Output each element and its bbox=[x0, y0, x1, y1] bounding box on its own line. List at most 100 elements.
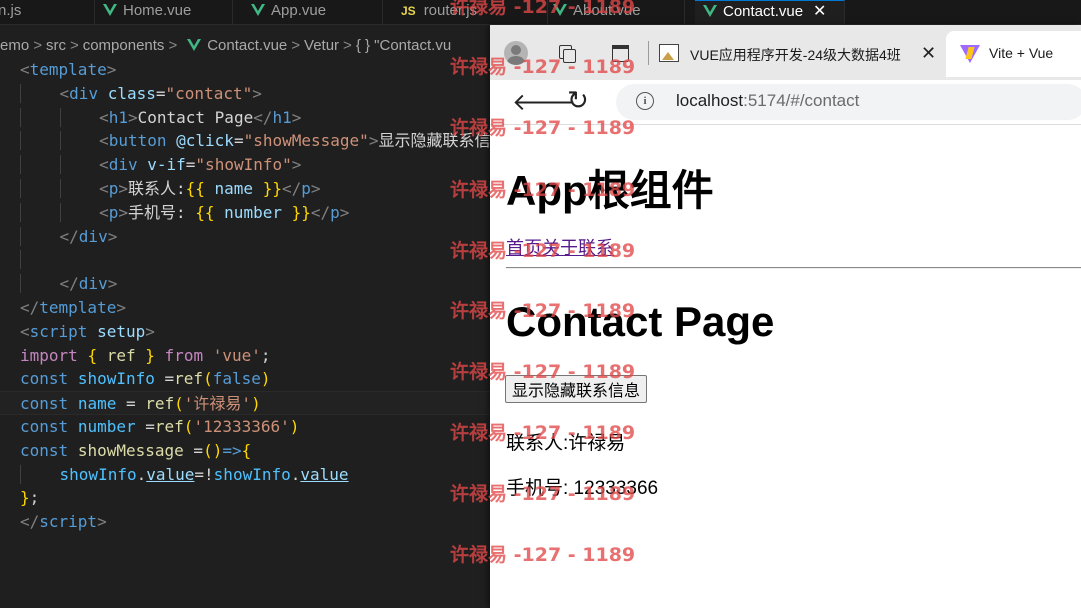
code-line: const showMessage =()=>{ bbox=[20, 440, 252, 460]
tab-label: Home.vue bbox=[123, 2, 192, 19]
watermark: 许禄易 -127 - 1189 bbox=[450, 179, 636, 201]
code-line: </div> bbox=[0, 225, 500, 249]
code-line-current: const name = ref('许禄易') bbox=[0, 391, 500, 415]
code-token: name bbox=[214, 178, 254, 198]
code-token: '12333366' bbox=[193, 416, 290, 436]
breadcrumb-item[interactable]: emo bbox=[0, 37, 29, 54]
code-token: div bbox=[69, 83, 99, 103]
code-token: number bbox=[224, 202, 282, 222]
code-token: ref bbox=[154, 416, 184, 436]
image-favicon-icon bbox=[659, 44, 679, 62]
code-line: import { ref } from 'vue'; bbox=[20, 345, 271, 365]
browser-tab-title: Vite + Vue bbox=[989, 45, 1054, 61]
code-token: value bbox=[146, 464, 195, 484]
code-token: const bbox=[20, 416, 69, 436]
watermark: 许禄易 -127 - 1189 bbox=[450, 300, 636, 322]
code-token: from bbox=[164, 345, 204, 365]
code-token: 手机号: bbox=[127, 202, 196, 222]
watermark: 许禄易 -127 - 1189 bbox=[450, 117, 636, 139]
code-token: p bbox=[301, 178, 311, 198]
close-icon[interactable]: ✕ bbox=[813, 3, 826, 20]
chevron-right-icon: > bbox=[343, 37, 352, 54]
code-token: import bbox=[20, 345, 78, 365]
breadcrumb-item[interactable]: src bbox=[46, 37, 66, 54]
info-icon[interactable]: i bbox=[636, 92, 654, 110]
code-token: p bbox=[108, 178, 119, 198]
breadcrumb-item[interactable]: { } "Contact.vu bbox=[356, 37, 451, 54]
code-line: <template> bbox=[20, 60, 117, 79]
chevron-right-icon: > bbox=[168, 37, 178, 54]
tab-contact-vue[interactable]: Contact.vue ✕ bbox=[695, 0, 845, 24]
code-line: const showInfo =ref(false) bbox=[20, 369, 271, 389]
divider bbox=[506, 267, 1081, 269]
code-line: </div> bbox=[0, 272, 500, 296]
code-line: <div v-if="showInfo"> bbox=[0, 153, 500, 177]
tab-label: Contact.vue bbox=[723, 3, 804, 20]
code-line: <button @click="showMessage">显示隐藏联系信 bbox=[0, 129, 500, 153]
code-token: Contact Page bbox=[137, 107, 254, 127]
code-token: script bbox=[39, 512, 98, 532]
tab-home-vue[interactable]: Home.vue bbox=[95, 0, 233, 24]
code-line bbox=[0, 248, 500, 272]
code-token: setup bbox=[97, 321, 146, 341]
code-token: showInfo bbox=[213, 464, 291, 484]
tab-label: n.js bbox=[0, 2, 22, 19]
code-token: h1 bbox=[272, 107, 292, 127]
watermark: 许禄易 -127 - 1189 bbox=[450, 483, 636, 505]
vue-file-icon bbox=[251, 4, 265, 16]
code-token: "contact" bbox=[165, 83, 253, 103]
code-line: <p>手机号: {{ number }}</p> bbox=[0, 201, 500, 225]
close-icon[interactable]: ✕ bbox=[921, 43, 936, 64]
divider bbox=[648, 41, 649, 65]
tab-main-js[interactable]: n.js bbox=[0, 0, 95, 24]
code-line: </template> bbox=[20, 297, 126, 317]
chevron-right-icon: > bbox=[33, 37, 42, 54]
code-line: </script> bbox=[20, 512, 107, 532]
url-text[interactable]: localhost:5174/#/contact bbox=[676, 91, 859, 111]
code-token: 联系人: bbox=[127, 178, 186, 198]
code-line: const number =ref('12333366') bbox=[20, 416, 300, 436]
code-line: <p>联系人:{{ name }}</p> bbox=[0, 177, 500, 201]
code-token: showMessage bbox=[77, 440, 184, 460]
code-token: h1 bbox=[108, 107, 128, 127]
address-bar[interactable]: i localhost:5174/#/contact bbox=[616, 84, 1081, 120]
code-token: div bbox=[78, 274, 108, 294]
breadcrumb-item[interactable]: components bbox=[83, 37, 165, 54]
code-area[interactable]: <template> <div class="contact"> <h1>Con… bbox=[0, 58, 500, 534]
browser-tab-course[interactable]: VUE应用程序开发-24级大数据4班 ✕ bbox=[653, 31, 943, 77]
code-line: <div class="contact"> bbox=[0, 82, 500, 106]
code-token: showInfo bbox=[77, 369, 155, 389]
browser-tab-title: VUE应用程序开发-24级大数据4班 bbox=[690, 47, 901, 63]
watermark: 许禄易 -127 - 1189 bbox=[450, 361, 636, 383]
code-token: p bbox=[108, 202, 119, 222]
code-token: "showInfo" bbox=[195, 155, 292, 175]
tab-label: App.vue bbox=[271, 2, 327, 19]
code-line: showInfo.value=!showInfo.value bbox=[0, 463, 500, 487]
code-token: class bbox=[107, 83, 156, 103]
code-token: value bbox=[300, 464, 349, 484]
code-token: @click bbox=[176, 131, 234, 151]
chevron-right-icon: > bbox=[291, 37, 301, 54]
code-token: const bbox=[20, 394, 69, 414]
watermark: 许禄易 -127 - 1189 bbox=[450, 544, 636, 566]
code-token: button bbox=[108, 131, 167, 151]
code-token: ref bbox=[145, 394, 175, 414]
vue-file-icon bbox=[187, 39, 202, 51]
code-token: 'vue' bbox=[212, 345, 261, 365]
code-token: number bbox=[77, 416, 136, 436]
tab-app-vue[interactable]: App.vue bbox=[243, 0, 383, 24]
url-path: :5174/#/contact bbox=[743, 91, 860, 110]
code-token: template bbox=[29, 60, 107, 79]
code-token: showInfo bbox=[59, 464, 137, 484]
vue-file-icon bbox=[103, 4, 117, 16]
breadcrumb-item[interactable]: Vetur bbox=[304, 37, 339, 54]
vue-file-icon bbox=[703, 5, 717, 17]
browser-tab-vite[interactable]: Vite + Vue bbox=[946, 31, 1081, 77]
code-token: p bbox=[330, 202, 340, 222]
watermark: 许禄易 -127 - 1189 bbox=[450, 240, 636, 262]
reload-icon[interactable]: ↻ bbox=[567, 88, 589, 114]
url-host: localhost bbox=[676, 91, 744, 110]
chevron-right-icon: > bbox=[69, 37, 79, 54]
code-line: }; bbox=[20, 488, 40, 508]
breadcrumb-item[interactable]: Contact.vue bbox=[207, 37, 287, 54]
